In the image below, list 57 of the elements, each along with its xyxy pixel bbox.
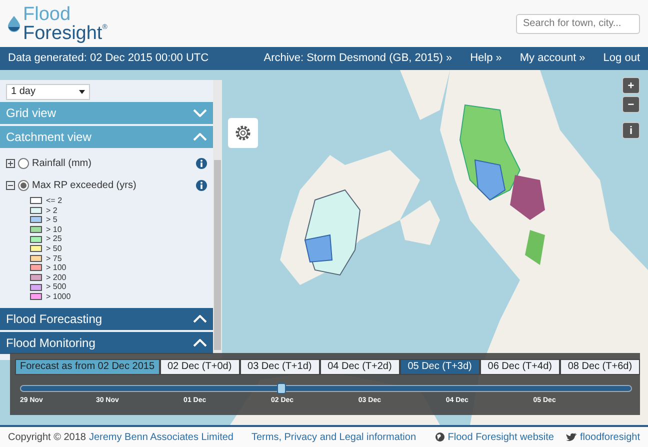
settings-icon xyxy=(234,124,252,142)
date-tab[interactable]: 03 Dec (T+1d) xyxy=(240,359,320,375)
logo-text: Flood xyxy=(23,4,72,24)
period-dropdown[interactable]: 1 day xyxy=(6,84,90,100)
legend-label: > 2 xyxy=(46,206,58,216)
section-header[interactable]: Flood Forecasting xyxy=(0,308,213,330)
company-link[interactable]: Jeremy Benn Associates Limited xyxy=(88,430,234,444)
chevron-up-icon xyxy=(193,338,207,347)
nav-link[interactable]: My account » xyxy=(520,50,586,67)
nav-link[interactable]: Help » xyxy=(470,50,502,67)
nav-link[interactable]: Archive: Storm Desmond (GB, 2015) » xyxy=(264,50,452,67)
legend-label: > 1000 xyxy=(46,292,71,302)
legend-label: > 100 xyxy=(46,263,66,273)
info-icon xyxy=(196,158,207,168)
expand-icon[interactable] xyxy=(6,158,15,168)
legend-label: > 50 xyxy=(46,244,62,254)
timeline-slider[interactable] xyxy=(20,385,632,392)
scrollbar[interactable] xyxy=(214,160,221,350)
caret-icon xyxy=(79,90,85,94)
settings-button[interactable] xyxy=(228,118,258,148)
radio-button[interactable] xyxy=(18,180,29,190)
radio-button[interactable] xyxy=(18,158,29,168)
legend-label: > 75 xyxy=(46,254,62,264)
copyright-text: Copyright © 2018 xyxy=(8,430,86,444)
info-button[interactable]: i xyxy=(622,122,640,139)
legend-label: > 10 xyxy=(46,224,62,234)
terms-link[interactable]: Terms, Privacy and Legal information xyxy=(251,430,416,444)
forecast-label: Forecast as from 02 Dec 2015 xyxy=(15,359,160,375)
chevron-up-icon xyxy=(193,133,207,141)
section-header[interactable]: Flood Monitoring xyxy=(0,332,213,354)
data-generated-text: Data generated: 02 Dec 2015 00:00 UTC xyxy=(8,51,209,66)
zoom-in-button[interactable]: + xyxy=(622,77,640,94)
date-tab[interactable]: 06 Dec (T+4d) xyxy=(480,359,560,375)
search-field[interactable]: Search for town, city... xyxy=(516,14,640,34)
nav-link[interactable]: Log out xyxy=(603,50,640,67)
chevron-up-icon xyxy=(193,314,207,323)
globe-icon xyxy=(434,432,445,442)
chevron-down-icon xyxy=(193,109,207,117)
info-icon xyxy=(196,180,207,190)
date-tab[interactable]: 05 Dec (T+3d) xyxy=(400,359,480,375)
water-drop-logo-icon xyxy=(8,16,20,32)
slider-thumb[interactable] xyxy=(277,383,286,394)
website-link[interactable]: Flood Foresight website xyxy=(448,430,554,444)
twitter-link[interactable]: floodforesight xyxy=(580,430,640,444)
bird-icon xyxy=(566,432,577,442)
legend-label: <= 2 xyxy=(46,196,62,206)
legend-label: > 25 xyxy=(46,234,62,244)
legend-label: > 200 xyxy=(46,272,66,282)
date-tab[interactable]: 08 Dec (T+6d) xyxy=(560,359,640,375)
date-tab[interactable]: 02 Dec (T+0d) xyxy=(160,359,240,375)
layer-label: Max RP exceeded (yrs) xyxy=(32,178,138,192)
zoom-out-button[interactable]: − xyxy=(622,96,640,113)
legend-label: > 500 xyxy=(46,282,66,292)
legend-label: > 5 xyxy=(46,215,58,225)
layer-label: Rainfall (mm) xyxy=(32,156,92,170)
date-tab[interactable]: 04 Dec (T+2d) xyxy=(320,359,400,375)
collapse-icon[interactable] xyxy=(6,180,15,190)
